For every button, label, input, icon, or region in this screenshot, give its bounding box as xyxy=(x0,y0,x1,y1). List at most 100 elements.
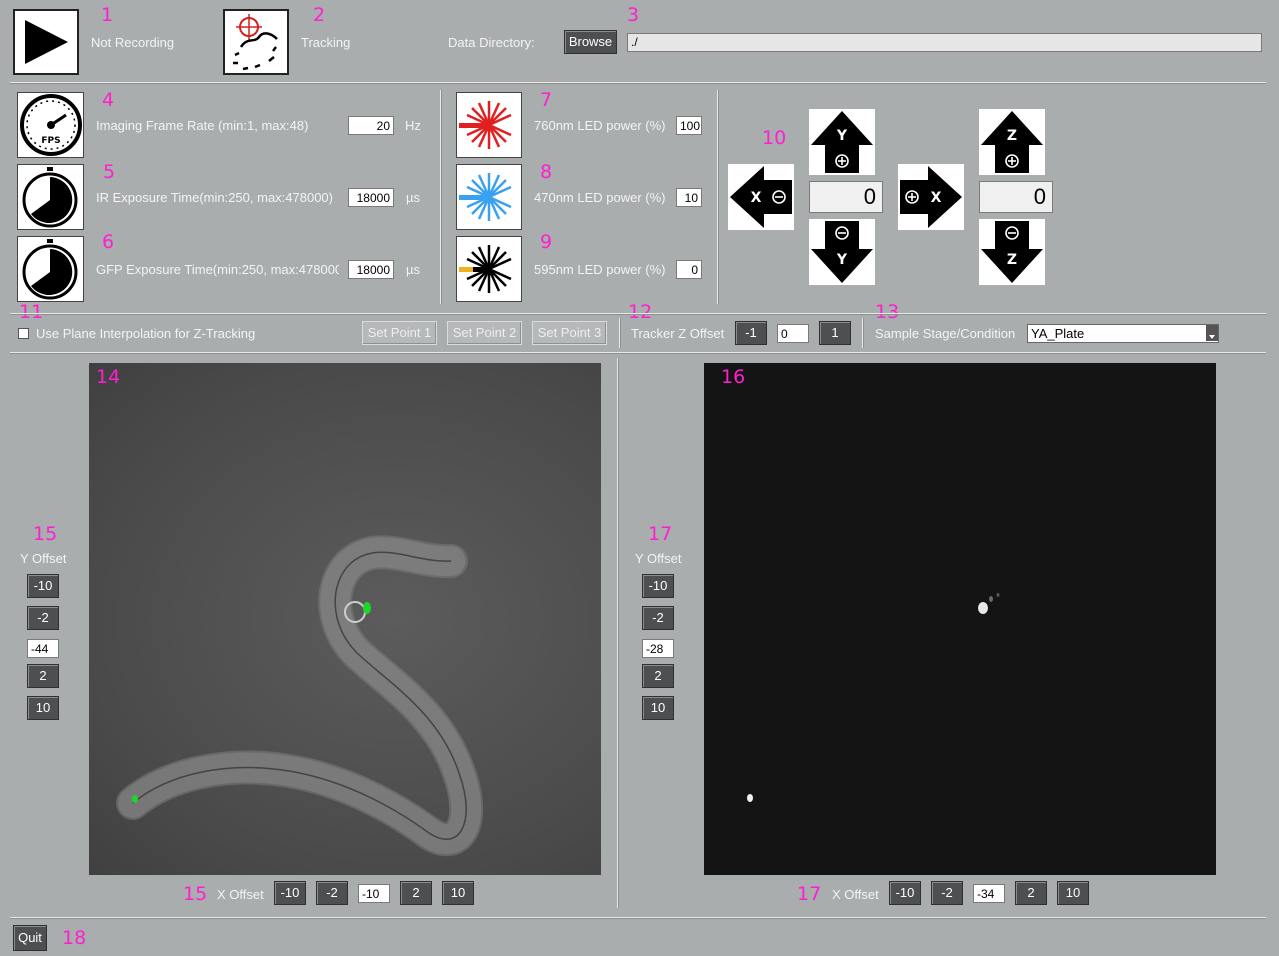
stage-z-value[interactable]: 0 xyxy=(979,181,1053,213)
led-470-icon xyxy=(459,173,512,221)
set-point-2-button[interactable]: Set Point 2 xyxy=(447,321,522,345)
right-y-minus10-button[interactable]: -10 xyxy=(642,574,674,598)
led470-input[interactable]: 10 xyxy=(676,188,702,207)
svg-text:Y: Y xyxy=(836,252,848,268)
section-number-15-left: 15 xyxy=(33,523,58,545)
left-x-offset-input[interactable]: -10 xyxy=(358,884,390,903)
frame-rate-label: Imaging Frame Rate (min:1, max:48) xyxy=(96,118,309,133)
stage-z-minus-button[interactable]: Z xyxy=(979,219,1045,285)
led-760-icon xyxy=(459,101,512,149)
right-x-minus2-button[interactable]: -2 xyxy=(931,881,963,905)
right-y-plus2-button[interactable]: 2 xyxy=(642,664,674,688)
left-x-plus2-button[interactable]: 2 xyxy=(400,881,432,905)
tracker-z-plus-button[interactable]: 1 xyxy=(819,321,851,345)
section-number-13: 13 xyxy=(875,301,900,323)
left-x-minus2-button[interactable]: -2 xyxy=(316,881,348,905)
led-595-icon xyxy=(459,245,512,293)
plane-interpolation-checkbox[interactable] xyxy=(18,328,29,339)
svg-text:X: X xyxy=(751,190,762,206)
tracking-target-icon xyxy=(233,14,278,71)
led595-input[interactable]: 0 xyxy=(676,260,702,279)
section-number-15-bottom: 15 xyxy=(183,883,208,905)
right-x-offset-input[interactable]: -34 xyxy=(973,884,1005,903)
sample-condition-value: YA_Plate xyxy=(1031,326,1085,341)
section-number-11: 11 xyxy=(19,301,44,323)
worm-image xyxy=(116,535,484,857)
arrow-up-icon: Z xyxy=(981,111,1043,173)
divider-tracker xyxy=(862,318,863,348)
led760-label: 760nm LED power (%) xyxy=(534,118,666,133)
right-y-offset-input[interactable]: -28 xyxy=(642,639,674,658)
led760-input[interactable]: 100 xyxy=(676,116,702,135)
right-y-plus10-button[interactable]: 10 xyxy=(642,696,674,720)
left-y-plus2-button[interactable]: 2 xyxy=(27,664,59,688)
stage-xy-value[interactable]: 0 xyxy=(809,181,883,213)
section-number-5: 5 xyxy=(103,161,116,183)
left-y-plus10-button[interactable]: 10 xyxy=(27,696,59,720)
ir-exposure-icon-box xyxy=(17,164,84,230)
right-x-plus2-button[interactable]: 2 xyxy=(1015,881,1047,905)
divider-middle xyxy=(10,313,1266,314)
arrow-up-icon: Y xyxy=(811,111,873,173)
section-number-16: 16 xyxy=(721,366,746,388)
brightfield-camera-view[interactable] xyxy=(89,363,601,875)
tracker-z-minus-button[interactable]: -1 xyxy=(735,321,767,345)
stage-y-plus-button[interactable]: Y xyxy=(809,109,875,175)
svg-text:X: X xyxy=(931,190,942,206)
right-x-plus10-button[interactable]: 10 xyxy=(1057,881,1089,905)
left-x-plus10-button[interactable]: 10 xyxy=(442,881,474,905)
stage-x-plus-button[interactable]: X xyxy=(898,164,964,230)
gfp-exposure-icon-box xyxy=(17,236,84,302)
stage-z-plus-button[interactable]: Z xyxy=(979,109,1045,175)
divider-led-stage xyxy=(717,90,718,304)
left-y-minus2-button[interactable]: -2 xyxy=(27,606,59,630)
play-icon xyxy=(25,20,68,64)
sample-condition-select[interactable]: YA_Plate xyxy=(1027,324,1219,343)
left-x-minus10-button[interactable]: -10 xyxy=(274,881,306,905)
tracker-z-offset-input[interactable]: 0 xyxy=(777,324,809,343)
divider-views-vertical xyxy=(617,358,618,908)
right-x-minus10-button[interactable]: -10 xyxy=(889,881,921,905)
gfp-exposure-input[interactable]: 18000 xyxy=(348,260,394,279)
left-y-minus10-button[interactable]: -10 xyxy=(27,574,59,598)
arrow-down-icon: Z xyxy=(981,221,1043,283)
left-y-offset-input[interactable]: -44 xyxy=(27,639,59,658)
arrow-right-icon: X xyxy=(900,166,962,228)
fluorescence-camera-view[interactable] xyxy=(704,363,1216,875)
led470-label: 470nm LED power (%) xyxy=(534,190,666,205)
led470-icon-box xyxy=(456,164,522,230)
plane-interpolation-label: Use Plane Interpolation for Z-Tracking xyxy=(36,326,256,341)
led595-icon-box xyxy=(456,236,522,302)
data-directory-label: Data Directory: xyxy=(448,35,535,50)
section-number-8: 8 xyxy=(540,161,553,183)
gfp-exposure-unit: µs xyxy=(406,262,420,277)
stage-x-minus-button[interactable]: X xyxy=(728,164,794,230)
section-number-7: 7 xyxy=(540,89,553,111)
section-number-14: 14 xyxy=(96,366,121,388)
tracking-toggle-button[interactable] xyxy=(223,9,289,75)
divider-camera-led xyxy=(440,90,441,304)
frame-rate-input[interactable]: 20 xyxy=(348,116,394,135)
section-number-17-left: 17 xyxy=(648,523,673,545)
section-number-9: 9 xyxy=(540,231,553,253)
ir-exposure-input[interactable]: 18000 xyxy=(348,188,394,207)
divider-bottom xyxy=(10,917,1266,918)
arrow-left-icon: X xyxy=(730,166,792,228)
set-point-1-button[interactable]: Set Point 1 xyxy=(362,321,437,345)
frame-rate-icon-box: FPS xyxy=(17,92,84,158)
stopwatch-icon xyxy=(22,167,78,228)
recording-status: Not Recording xyxy=(91,35,175,50)
set-point-3-button[interactable]: Set Point 3 xyxy=(532,321,607,345)
svg-text:FPS: FPS xyxy=(41,136,60,146)
led760-icon-box xyxy=(456,92,522,158)
section-number-4: 4 xyxy=(102,89,115,111)
browse-button[interactable]: Browse xyxy=(564,30,617,54)
data-directory-field[interactable]: ./ xyxy=(627,33,1262,52)
section-number-3: 3 xyxy=(627,4,640,26)
divider-setpoints xyxy=(619,318,620,348)
right-y-minus2-button[interactable]: -2 xyxy=(642,606,674,630)
chevron-down-icon[interactable] xyxy=(1206,325,1218,341)
quit-button[interactable]: Quit xyxy=(13,925,47,951)
stage-y-minus-button[interactable]: Y xyxy=(809,219,875,285)
record-play-button[interactable] xyxy=(13,9,79,75)
